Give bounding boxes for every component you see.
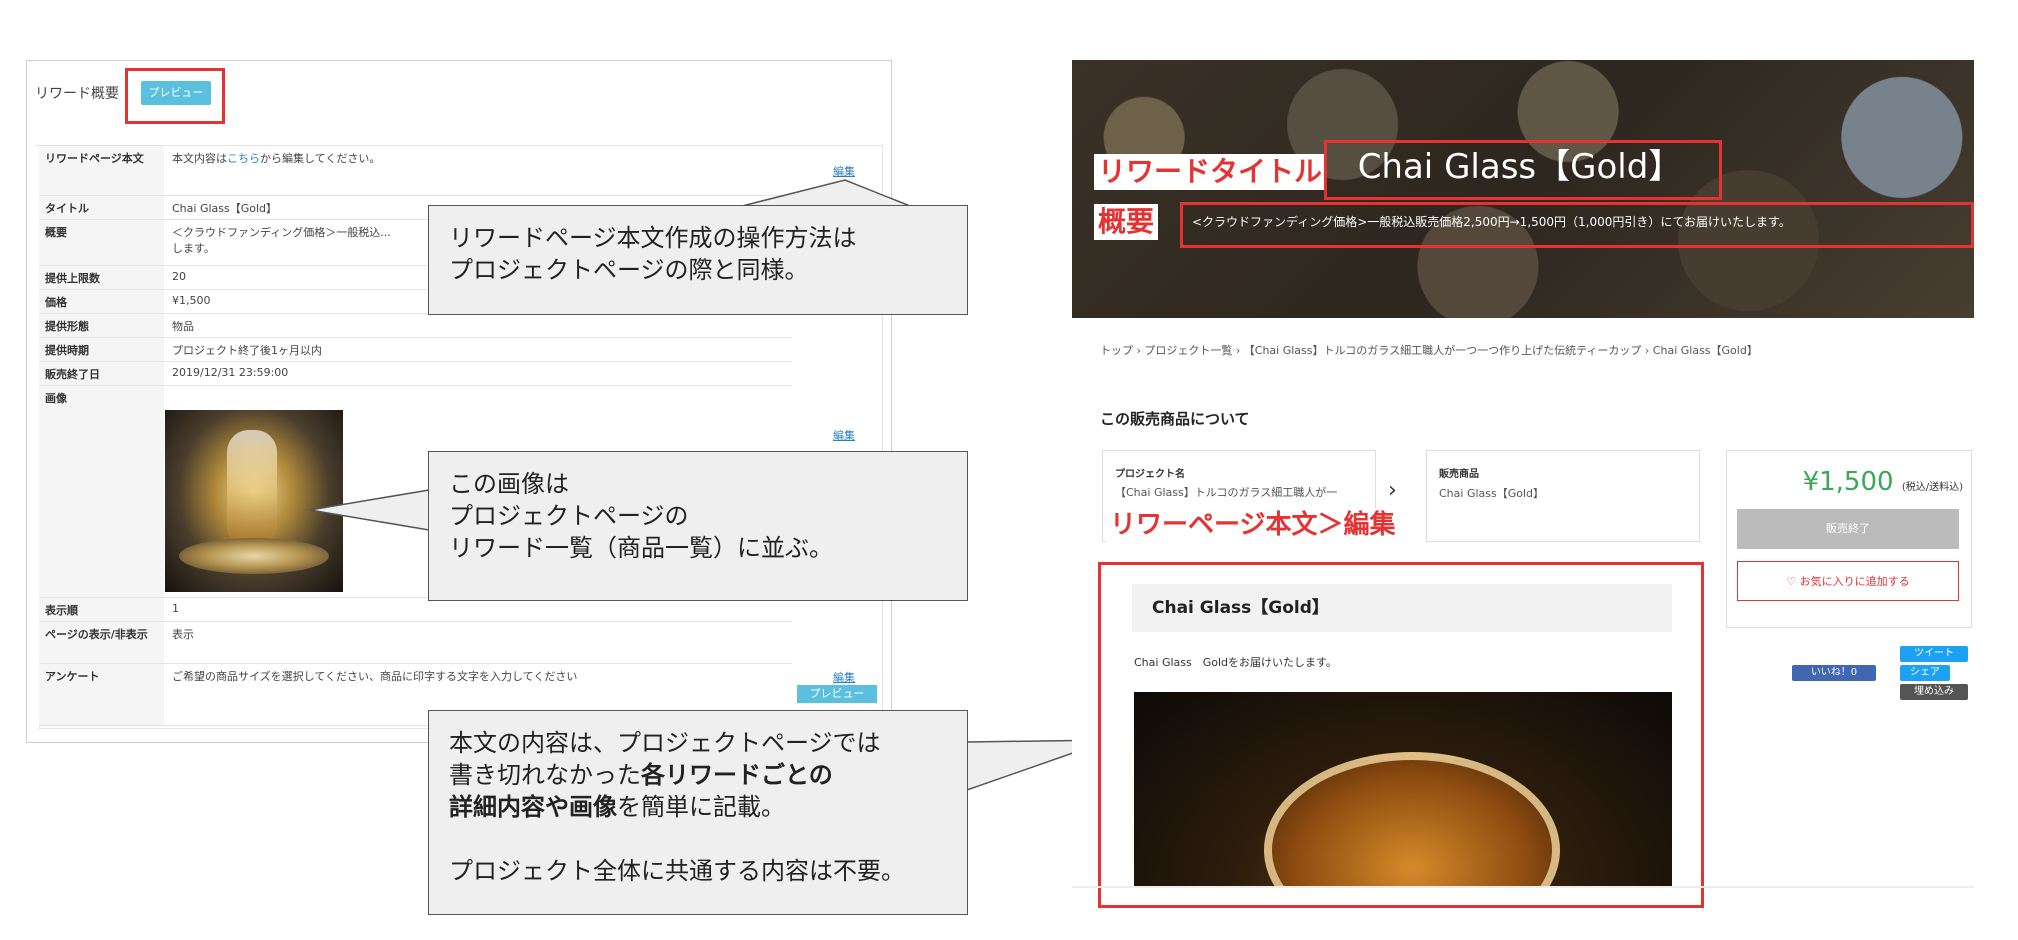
- tweet-button[interactable]: ツイート: [1900, 646, 1968, 662]
- price: ¥1,500 (税込/送料込): [1727, 467, 1963, 497]
- price-note: (税込/送料込): [1901, 482, 1963, 493]
- reward-page-preview: リワードタイトル Chai Glass【Gold】 概要 <クラウドファンディン…: [1072, 60, 1974, 908]
- divider: [1072, 886, 1974, 888]
- summary-annotation: 概要: [1094, 204, 1159, 240]
- item-card: 販売商品 Chai Glass【Gold】: [1426, 450, 1700, 542]
- body-highlight-box: [1098, 562, 1704, 908]
- like-button[interactable]: いいね！0: [1792, 665, 1876, 681]
- section-heading: この販売商品について: [1100, 410, 1250, 428]
- price-value: ¥1,500: [1802, 467, 1894, 497]
- breadcrumb[interactable]: トップ › プロジェクト一覧 › 【Chai Glass】トルコのガラス細工職人…: [1100, 342, 1758, 358]
- item-label: 販売商品: [1439, 469, 1479, 480]
- project-label: プロジェクト名: [1115, 469, 1185, 480]
- reward-title-highlight: [1324, 140, 1722, 200]
- item-name: Chai Glass【Gold】: [1439, 487, 1545, 500]
- price-card: ¥1,500 (税込/送料込) 販売終了 ♡ お気に入りに追加する: [1726, 450, 1972, 628]
- chevron-right-icon: ›: [1388, 478, 1397, 503]
- summary-highlight: [1180, 202, 1974, 248]
- callout-operation: リワードページ本文作成の操作方法は プロジェクトページの際と同様。: [428, 205, 968, 315]
- share-button[interactable]: シェア: [1900, 665, 1950, 681]
- add-favorite-button[interactable]: ♡ お気に入りに追加する: [1737, 561, 1959, 601]
- callout-body: 本文の内容は、プロジェクトページでは 書き切れなかった各リワードごとの 詳細内容…: [428, 710, 968, 915]
- reward-title-annotation: リワードタイトル: [1094, 154, 1327, 190]
- project-name[interactable]: 【Chai Glass】トルコのガラス細工職人が一: [1115, 485, 1365, 501]
- callout-image: この画像は プロジェクトページの リワード一覧（商品一覧）に並ぶ。: [428, 451, 968, 601]
- embed-button[interactable]: 埋め込み: [1900, 684, 1968, 700]
- body-edit-annotation: リワーページ本文＞編集: [1106, 508, 1400, 542]
- sold-out-button: 販売終了: [1737, 509, 1959, 549]
